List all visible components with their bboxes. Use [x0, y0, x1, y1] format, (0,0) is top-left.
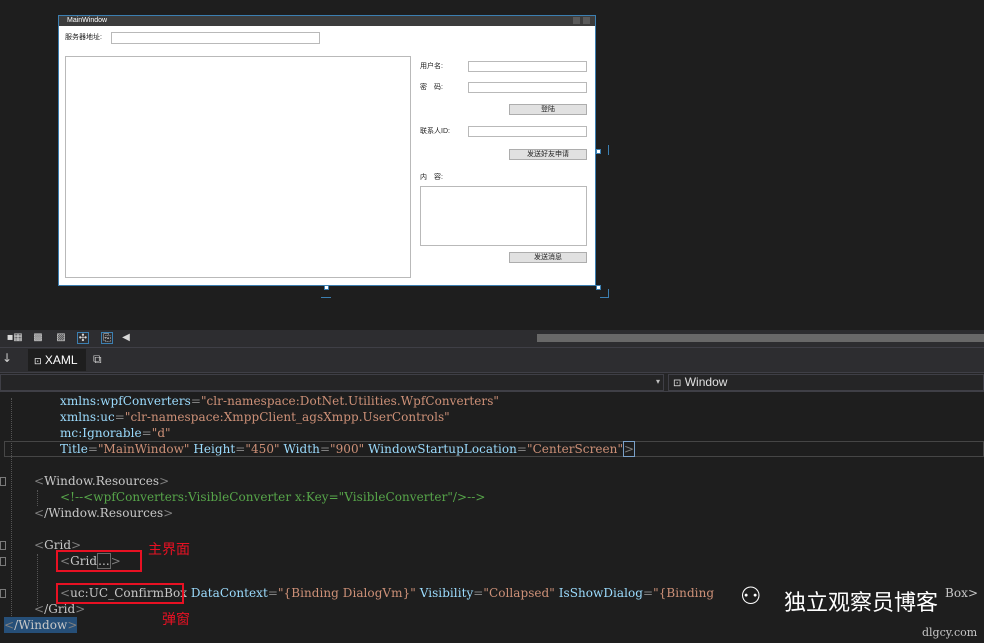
minimize-icon [573, 17, 580, 24]
popup-annotation: 弹窗 [162, 612, 190, 628]
popout-icon[interactable]: ⧉ [93, 352, 102, 367]
resize-handle-right[interactable] [596, 149, 601, 154]
resize-handle-bottom[interactable] [324, 285, 329, 290]
checker-icon[interactable]: ▨ [55, 332, 67, 344]
username-label: 用户名: [420, 63, 443, 70]
contact-id-input[interactable] [468, 126, 587, 137]
tab-xaml[interactable]: ⊡ XAML [28, 349, 86, 371]
selection-margin-marker [321, 297, 331, 298]
code-line: xmlns:wpfConverters="clr-namespace:DotNe… [60, 394, 499, 408]
designer-window-preview[interactable]: MainWindow 服务器地址: 用户名: 密 码: 登陆 联系人ID: 发送… [58, 15, 596, 286]
popup-highlight-box [56, 583, 184, 604]
fold-toggle[interactable] [0, 589, 6, 598]
window-title-bar: MainWindow [59, 16, 595, 26]
code-line: <Window.Resources> [34, 474, 170, 488]
server-address-label: 服务器地址: [65, 34, 102, 41]
grid-lines-icon[interactable]: ▦ [12, 332, 24, 344]
snap-lines-icon[interactable]: ✣ [77, 332, 89, 344]
password-label: 密 码: [420, 84, 443, 91]
fold-toggle[interactable] [0, 477, 6, 486]
project-code-icon[interactable]: ⎘ [101, 332, 113, 344]
code-line: <!--<wpfConverters:VisibleConverter x:Ke… [60, 490, 486, 504]
swap-panes-icon[interactable]: ↓ [2, 351, 12, 365]
fold-toggle[interactable] [0, 557, 6, 566]
xaml-file-icon: ⊡ [34, 356, 42, 366]
send-message-button[interactable]: 发送消息 [509, 252, 587, 263]
member-dropdown[interactable]: ⊡ Window [668, 374, 984, 391]
selection-margin-marker [608, 145, 609, 155]
close-icon [583, 17, 590, 24]
indent-guide [37, 490, 38, 506]
main-ui-annotation: 主界面 [148, 542, 190, 558]
watermark-url: dlgcy.com [922, 626, 978, 639]
snap-grid-icon[interactable]: ▩ [32, 332, 44, 344]
scroll-left-icon[interactable]: ◀ [120, 332, 132, 344]
content-label: 内 容: [420, 174, 443, 181]
xaml-tab-label: XAML [44, 353, 78, 367]
code-line: Title="MainWindow" Height="450" Width="9… [60, 441, 636, 457]
username-input[interactable] [468, 61, 587, 72]
window-title: MainWindow [67, 17, 108, 24]
watermark: ⚇ 独立观察员博客 [740, 580, 980, 620]
login-button[interactable]: 登陆 [509, 104, 587, 115]
wechat-icon: ⚇ [740, 582, 762, 610]
resize-handle-corner[interactable] [596, 285, 601, 290]
chevron-down-icon: ▾ [655, 377, 660, 386]
contact-id-label: 联系人ID: [420, 128, 450, 135]
view-tab-bar [0, 347, 984, 373]
message-log-area[interactable] [65, 56, 411, 278]
window-element-icon: ⊡ [673, 378, 682, 389]
server-address-input[interactable] [111, 32, 320, 44]
main-ui-highlight-box [56, 550, 142, 572]
message-content-input[interactable] [420, 186, 587, 246]
code-line: xmlns:uc="clr-namespace:XmppClient_agsXm… [60, 410, 450, 424]
send-friend-request-button[interactable]: 发送好友申请 [509, 149, 587, 160]
code-line: </Window.Resources> [34, 506, 174, 520]
indent-guide [37, 554, 38, 606]
member-dropdown-label: Window [684, 375, 728, 389]
type-dropdown[interactable]: ▾ [0, 374, 664, 391]
password-input[interactable] [468, 82, 587, 93]
fold-toggle[interactable] [0, 541, 6, 550]
code-line: </Window> [4, 617, 78, 633]
indent-guide [11, 398, 12, 618]
selection-margin-marker [608, 289, 609, 298]
horizontal-scrollbar[interactable] [537, 334, 984, 342]
code-line: mc:Ignorable="d" [60, 426, 171, 440]
watermark-brand: 独立观察员博客 [784, 591, 939, 616]
